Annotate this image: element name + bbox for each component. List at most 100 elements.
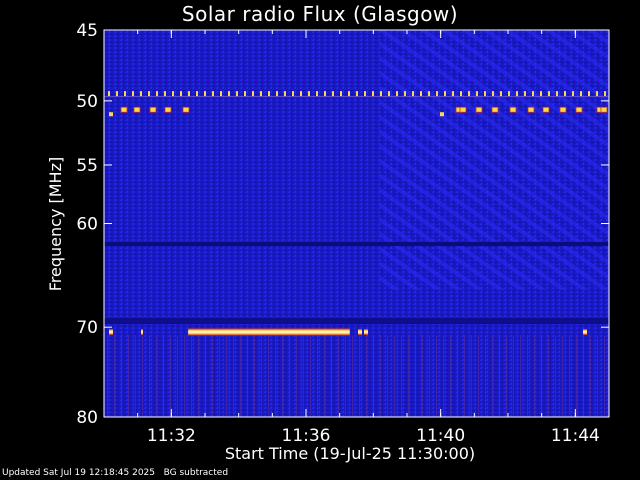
interference-dot	[172, 91, 174, 97]
interference-dot	[580, 91, 582, 97]
x-axis-label: Start Time (19-Jul-25 11:30:00)	[224, 444, 476, 463]
interference-dot	[156, 91, 158, 97]
interference-burst	[440, 112, 444, 117]
interference-blip	[109, 328, 113, 335]
interference-dot	[484, 91, 486, 97]
interference-dot	[228, 91, 230, 97]
interference-dot	[316, 91, 318, 97]
y-tick-label-3: 60	[76, 215, 98, 235]
x-tick-label-1: 11:36	[282, 426, 331, 446]
interference-burst	[542, 106, 550, 113]
interference-dot	[212, 91, 214, 97]
interference-dot	[188, 91, 190, 97]
interference-burst	[559, 106, 567, 113]
interference-blip	[583, 328, 587, 335]
interference-dot	[364, 91, 366, 97]
interference-burst	[475, 106, 483, 113]
interference-dot	[476, 91, 478, 97]
interference-blip	[141, 328, 143, 335]
interference-dot	[540, 91, 542, 97]
interference-burst	[120, 106, 128, 113]
interference-dot	[268, 91, 270, 97]
interference-dot	[124, 91, 126, 97]
interference-dot	[148, 91, 150, 97]
spectrogram-plot: 45 50 55 60 70 80 11:32 11:36 11:40 11:44	[76, 21, 610, 446]
y-tick-label-0: 45	[76, 21, 98, 41]
interference-dot	[556, 91, 558, 97]
interference-burst	[491, 106, 499, 113]
x-tick-label-3: 11:44	[551, 426, 600, 446]
interference-dot	[388, 91, 390, 97]
interference-dot	[524, 91, 526, 97]
interference-blip	[364, 328, 368, 335]
interference-blip	[358, 328, 362, 335]
interference-dot	[132, 91, 134, 97]
interference-dot	[220, 91, 222, 97]
interference-dot	[596, 91, 598, 97]
interference-dot	[516, 91, 518, 97]
interference-dot	[508, 91, 510, 97]
interference-dot	[164, 91, 166, 97]
interference-dot	[492, 91, 494, 97]
interference-dot	[204, 91, 206, 97]
interference-burst	[149, 106, 157, 113]
interference-dot	[372, 91, 374, 97]
interference-dot	[252, 91, 254, 97]
interference-dot	[244, 91, 246, 97]
interference-dot	[500, 91, 502, 97]
footer-status: Updated Sat Jul 19 12:18:45 2025 BG subt…	[2, 468, 228, 478]
interference-burst	[164, 106, 172, 113]
interference-dot	[532, 91, 534, 97]
interference-dot	[236, 91, 238, 97]
y-tick-label-2: 55	[76, 156, 98, 176]
interference-dot	[292, 91, 294, 97]
interference-dot	[348, 91, 350, 97]
interference-dot	[140, 91, 142, 97]
interference-dot	[396, 91, 398, 97]
interference-dot	[308, 91, 310, 97]
interference-dot	[420, 91, 422, 97]
interference-dot	[460, 91, 462, 97]
interference-burst	[459, 106, 467, 113]
interference-dot	[572, 91, 574, 97]
y-tick-label-4: 70	[76, 318, 98, 338]
interference-dot	[332, 91, 334, 97]
interference-dot	[108, 91, 110, 97]
interference-line	[104, 96, 609, 98]
interference-dot	[604, 91, 606, 97]
interference-burst	[509, 106, 517, 113]
interference-dot	[380, 91, 382, 97]
interference-dot	[324, 91, 326, 97]
interference-burst	[109, 112, 113, 117]
interference-dot	[300, 91, 302, 97]
interference-dot	[452, 91, 454, 97]
interference-dot	[196, 91, 198, 97]
x-tick-label-2: 11:40	[416, 426, 465, 446]
interference-dot	[564, 91, 566, 97]
interference-burst	[527, 106, 535, 113]
interference-dot	[588, 91, 590, 97]
interference-dot	[260, 91, 262, 97]
interference-burst	[182, 106, 190, 113]
spectrogram-image	[104, 30, 609, 417]
interference-dot	[116, 91, 118, 97]
interference-dot	[404, 91, 406, 97]
interference-burst	[133, 106, 141, 113]
interference-dot	[428, 91, 430, 97]
y-tick-label-1: 50	[76, 92, 98, 112]
interference-dot	[548, 91, 550, 97]
interference-band	[188, 328, 350, 336]
updated-timestamp: Updated Sat Jul 19 12:18:45 2025	[2, 468, 156, 478]
interference-dot	[468, 91, 470, 97]
y-tick-label-5: 80	[76, 408, 98, 428]
interference-dot	[444, 91, 446, 97]
interference-dot	[436, 91, 438, 97]
x-tick-label-0: 11:32	[147, 426, 196, 446]
interference-burst	[600, 106, 608, 113]
y-axis-label: Frequency [MHz]	[46, 156, 65, 292]
interference-dot	[180, 91, 182, 97]
interference-dot	[340, 91, 342, 97]
interference-dot	[284, 91, 286, 97]
interference-burst	[575, 106, 583, 113]
interference-dot	[356, 91, 358, 97]
